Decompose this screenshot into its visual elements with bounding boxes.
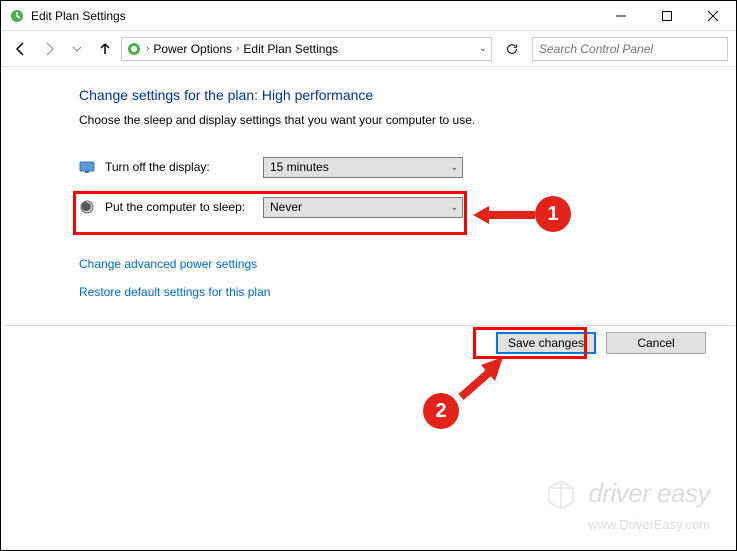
display-setting-row: Turn off the display: 15 minutes ⌄ xyxy=(79,155,736,179)
breadcrumb-item-power-options[interactable]: Power Options xyxy=(149,42,236,56)
sleep-label: Put the computer to sleep: xyxy=(105,200,263,214)
sleep-setting-row: Put the computer to sleep: Never ⌄ xyxy=(79,195,736,219)
window-buttons xyxy=(598,1,736,30)
annotation-arrow-1 xyxy=(473,206,535,224)
sleep-value: Never xyxy=(270,200,302,214)
restore-defaults-link[interactable]: Restore default settings for this plan xyxy=(79,285,736,299)
annotation-arrow-2 xyxy=(455,357,503,401)
back-button[interactable] xyxy=(9,37,33,61)
watermark-brand: driver easy xyxy=(588,478,710,508)
close-button[interactable] xyxy=(690,1,736,30)
window-title: Edit Plan Settings xyxy=(31,9,598,23)
chevron-down-icon[interactable]: ⌄ xyxy=(479,43,487,54)
watermark-logo-icon xyxy=(544,478,578,517)
divider xyxy=(2,325,735,326)
sleep-dropdown[interactable]: Never ⌄ xyxy=(263,197,463,218)
display-value: 15 minutes xyxy=(270,160,329,174)
button-row: Save changes Cancel xyxy=(496,332,706,354)
search-box[interactable] xyxy=(532,37,728,61)
maximize-button[interactable] xyxy=(644,1,690,30)
watermark-url: www.DriverEasy.com xyxy=(544,517,710,532)
power-options-icon xyxy=(126,41,142,57)
page-subtext: Choose the sleep and display settings th… xyxy=(79,113,736,127)
page-heading: Change settings for the plan: High perfo… xyxy=(79,87,736,103)
up-button[interactable] xyxy=(93,37,117,61)
annotation-step-2: 2 xyxy=(423,393,459,429)
breadcrumb[interactable]: › Power Options › Edit Plan Settings ⌄ xyxy=(121,37,492,61)
forward-button[interactable] xyxy=(37,37,61,61)
toolbar: › Power Options › Edit Plan Settings ⌄ xyxy=(1,31,736,67)
search-input[interactable] xyxy=(539,42,721,56)
save-button[interactable]: Save changes xyxy=(496,332,596,354)
minimize-button[interactable] xyxy=(598,1,644,30)
app-icon xyxy=(9,8,25,24)
display-dropdown[interactable]: 15 minutes ⌄ xyxy=(263,157,463,178)
cancel-button[interactable]: Cancel xyxy=(606,332,706,354)
chevron-down-icon: ⌄ xyxy=(450,202,458,213)
links-section: Change advanced power settings Restore d… xyxy=(79,257,736,299)
display-icon xyxy=(79,159,95,175)
titlebar: Edit Plan Settings xyxy=(1,1,736,31)
refresh-button[interactable] xyxy=(500,37,524,61)
display-label: Turn off the display: xyxy=(105,160,263,174)
breadcrumb-item-edit-plan[interactable]: Edit Plan Settings xyxy=(239,42,342,56)
chevron-down-icon: ⌄ xyxy=(450,162,458,173)
sleep-icon xyxy=(79,199,95,215)
watermark: driver easy www.DriverEasy.com xyxy=(544,478,710,532)
advanced-settings-link[interactable]: Change advanced power settings xyxy=(79,257,736,271)
content-area: Change settings for the plan: High perfo… xyxy=(1,67,736,299)
annotation-step-1: 1 xyxy=(535,196,571,232)
recent-dropdown[interactable] xyxy=(65,37,89,61)
